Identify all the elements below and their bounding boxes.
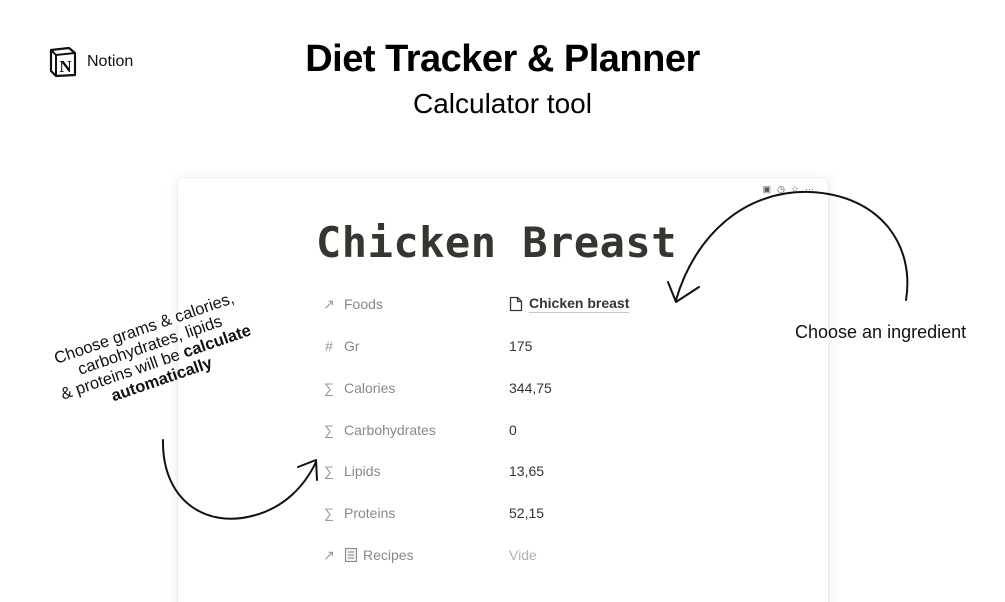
property-label-proteins[interactable]: Proteins (344, 505, 509, 521)
property-row-calories[interactable]: ∑ Calories 344,75 (320, 376, 770, 400)
recipes-label-text: Recipes (363, 547, 414, 563)
star-icon[interactable]: ☆ (791, 184, 799, 194)
property-value-recipes[interactable]: Vide (509, 547, 537, 563)
property-value-gr[interactable]: 175 (509, 338, 532, 354)
property-row-foods[interactable]: ↗ Foods Chicken breast (320, 292, 770, 316)
property-value-carbohydrates: 0 (509, 422, 517, 438)
formula-icon: ∑ (324, 463, 334, 479)
page-title[interactable]: Chicken Breast (316, 218, 677, 267)
property-label-recipes[interactable]: Recipes (344, 547, 509, 563)
formula-icon: ∑ (324, 422, 334, 438)
relation-arrow-icon: ↗ (323, 546, 335, 563)
property-row-proteins[interactable]: ∑ Proteins 52,15 (320, 501, 770, 525)
history-icon[interactable]: ◷ (777, 184, 785, 194)
property-row-lipids[interactable]: ∑ Lipids 13,65 (320, 459, 770, 483)
property-value-calories: 344,75 (509, 380, 552, 396)
property-value-proteins: 52,15 (509, 505, 545, 521)
document-icon (344, 547, 358, 563)
page-topbar: ▣ ◷ ☆ ··· (763, 184, 814, 194)
property-label-calories[interactable]: Calories (344, 380, 509, 396)
property-label-foods[interactable]: Foods (344, 296, 509, 312)
property-value-lipids: 13,65 (509, 463, 545, 479)
number-icon: # (325, 338, 333, 354)
foods-link-text[interactable]: Chicken breast (529, 295, 630, 313)
relation-arrow-icon: ↗ (323, 295, 335, 312)
notion-page-card: ▣ ◷ ☆ ··· Chicken Breast ↗ Foods Chicken… (178, 178, 828, 602)
more-icon[interactable]: ··· (805, 184, 814, 194)
property-label-gr[interactable]: Gr (344, 338, 509, 354)
hero-subtitle: Calculator tool (413, 88, 592, 119)
page-icon (509, 296, 523, 312)
property-row-gr[interactable]: # Gr 175 (320, 334, 770, 358)
comment-icon[interactable]: ▣ (763, 184, 772, 194)
formula-icon: ∑ (324, 505, 334, 521)
property-row-recipes[interactable]: ↗ Recipes Vide (320, 543, 770, 567)
annotation-choose-ingredient: Choose an ingredient (795, 322, 967, 342)
formula-icon: ∑ (324, 380, 334, 396)
hero-title: Diet Tracker & Planner (305, 38, 700, 80)
property-value-foods[interactable]: Chicken breast (509, 295, 630, 313)
property-label-carbohydrates[interactable]: Carbohydrates (344, 422, 509, 438)
property-row-carbohydrates[interactable]: ∑ Carbohydrates 0 (320, 418, 770, 442)
property-label-lipids[interactable]: Lipids (344, 463, 509, 479)
